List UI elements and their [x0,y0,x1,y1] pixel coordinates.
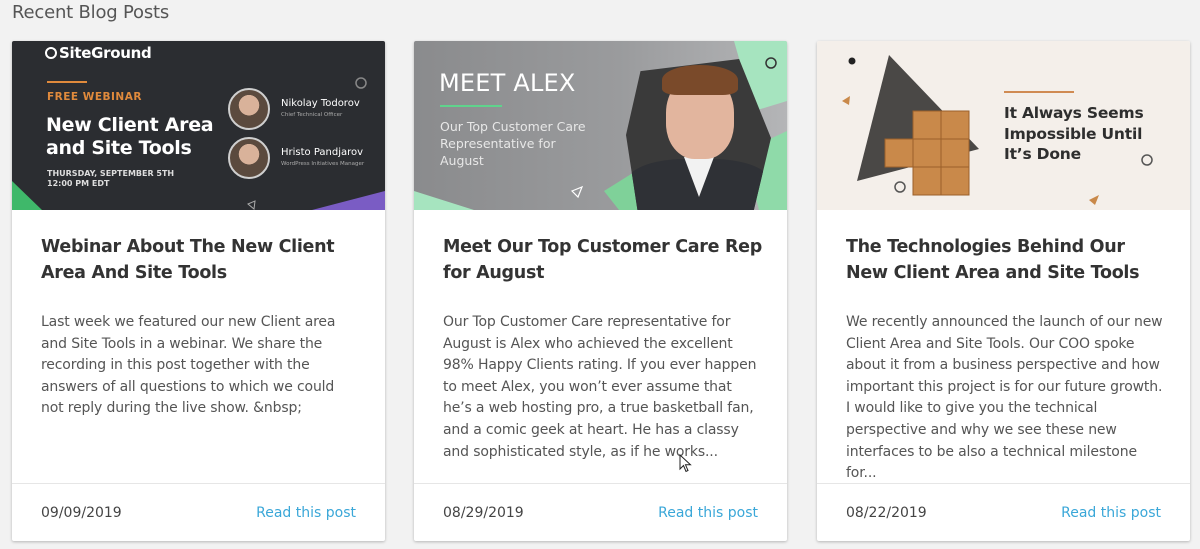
thumbnail-heading: It Always Seems Impossible Until It’s Do… [1004,104,1144,163]
divider [440,105,502,107]
post-title[interactable]: Meet Our Top Customer Care Rep for Augus… [443,234,763,286]
card-footer: 08/22/2019 Read this post [817,483,1190,541]
speaker-name: Hristo Pandjarov [281,147,364,158]
speaker-role: WordPress Initiatives Manager [281,161,365,167]
post-date: 08/29/2019 [443,505,524,521]
section-title: Recent Blog Posts [12,2,170,23]
post-thumbnail[interactable]: MEET ALEX Our Top Customer Care Represen… [414,41,787,210]
card-footer: 08/29/2019 Read this post [414,483,787,541]
thumbnail-heading: New Client Area and Site Tools [46,114,214,159]
thumbnail-subheading: Our Top Customer Care Representative for… [440,119,586,168]
speaker: Hristo Pandjarov WordPress Initiatives M… [228,137,378,181]
siteground-logo: SiteGround [45,44,152,62]
read-post-link[interactable]: Read this post [256,505,356,521]
divider [1004,91,1074,93]
post-excerpt: Last week we featured our new Client are… [41,314,336,417]
post-title[interactable]: Webinar About The New Client Area And Si… [41,234,361,286]
speaker: Nikolay Todorov Chief Technical Officer [228,88,378,132]
post-title[interactable]: The Technologies Behind Our New Client A… [846,234,1166,286]
post-thumbnail[interactable]: It Always Seems Impossible Until It’s Do… [817,41,1190,210]
card-footer: 09/09/2019 Read this post [12,483,385,541]
thumbnail-date: THURSDAY, SEPTEMBER 5TH 12:00 PM EDT [47,169,175,188]
speaker-role: Chief Technical Officer [281,112,343,118]
read-post-link[interactable]: Read this post [658,505,758,521]
blog-card: It Always Seems Impossible Until It’s Do… [817,41,1190,541]
thumbnail-eyebrow: FREE WEBINAR [47,91,142,103]
thumbnail-heading: MEET ALEX [439,69,576,97]
avatar [228,137,270,179]
mouse-cursor-icon [679,454,692,473]
blog-card: SiteGround FREE WEBINAR New Client Area … [12,41,385,541]
avatar [228,88,270,130]
post-excerpt: Our Top Customer Care representative for… [443,314,757,460]
post-thumbnail[interactable]: SiteGround FREE WEBINAR New Client Area … [12,41,385,210]
read-post-link[interactable]: Read this post [1061,505,1161,521]
speaker-name: Nikolay Todorov [281,98,360,109]
post-date: 09/09/2019 [41,505,122,521]
divider [47,81,87,83]
blog-card: MEET ALEX Our Top Customer Care Represen… [414,41,787,541]
post-excerpt: We recently announced the launch of our … [846,314,1163,482]
post-date: 08/22/2019 [846,505,927,521]
